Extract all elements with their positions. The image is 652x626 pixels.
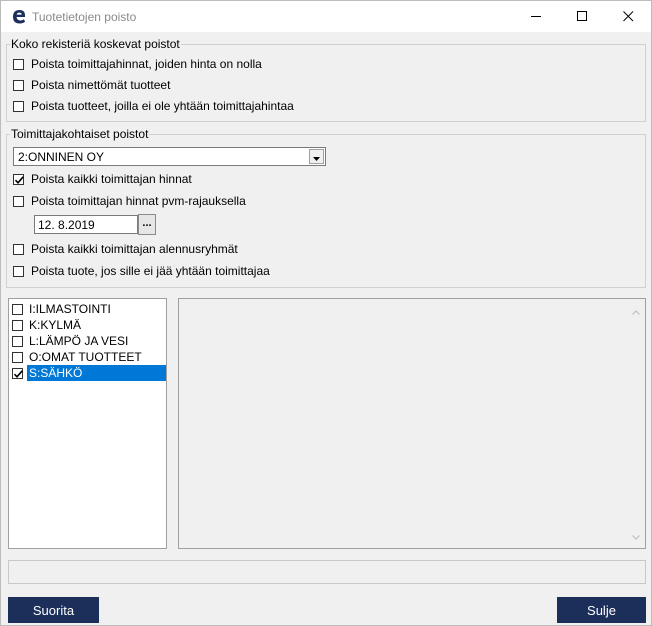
- scroll-down-icon[interactable]: [632, 529, 640, 543]
- dropdown-button[interactable]: [309, 149, 324, 164]
- option-label: Poista nimettömät tuotteet: [31, 78, 171, 92]
- vertical-scrollbar[interactable]: [628, 299, 645, 548]
- list-item-label: L:LÄMPÖ JA VESI: [29, 334, 129, 348]
- checkmark-icon: [13, 369, 23, 378]
- minimize-icon: [530, 11, 542, 22]
- maximize-icon: [576, 11, 588, 22]
- chevron-down-icon: [313, 150, 320, 164]
- checkbox[interactable]: [13, 265, 24, 277]
- close-button[interactable]: Sulje: [557, 597, 646, 623]
- option-delete-product-without-supplier[interactable]: Poista tuote, jos sille ei jää yhtään to…: [13, 263, 270, 279]
- list-item-label: S:SÄHKÖ: [29, 366, 83, 380]
- date-picker-button[interactable]: ...: [138, 214, 156, 235]
- checkbox[interactable]: [12, 303, 23, 315]
- window-title: Tuotetietojen poisto: [32, 10, 137, 24]
- close-window-button[interactable]: [605, 1, 651, 32]
- run-button[interactable]: Suorita: [8, 597, 99, 623]
- checkbox[interactable]: [13, 58, 24, 70]
- date-value: 12. 8.2019: [38, 218, 95, 232]
- general-deletions-legend: Koko rekisteriä koskevat poistot: [10, 37, 181, 51]
- checkbox[interactable]: [13, 195, 24, 207]
- close-icon: [622, 11, 634, 22]
- checkbox-checked[interactable]: [13, 173, 24, 185]
- e-logo-icon: [10, 7, 28, 25]
- list-item[interactable]: L:LÄMPÖ JA VESI: [12, 333, 166, 349]
- option-label: Poista kaikki toimittajan alennusryhmät: [31, 242, 238, 256]
- option-label: Poista tuotteet, joilla ei ole yhtään to…: [31, 99, 294, 113]
- list-item-highlight: S:SÄHKÖ: [27, 365, 166, 381]
- list-item[interactable]: O:OMAT TUOTTEET: [12, 349, 166, 365]
- product-group-list[interactable]: I:ILMASTOINTI K:KYLMÄ L:LÄMPÖ JA VESI O:…: [8, 298, 167, 549]
- option-label: Poista kaikki toimittajan hinnat: [31, 172, 192, 186]
- list-item[interactable]: K:KYLMÄ: [12, 317, 166, 333]
- checkmark-icon: [14, 175, 24, 184]
- checkbox[interactable]: [13, 100, 24, 112]
- checkbox[interactable]: [12, 335, 23, 347]
- supplier-select[interactable]: 2:ONNINEN OY: [13, 147, 326, 166]
- list-item-selected[interactable]: S:SÄHKÖ: [12, 365, 166, 381]
- supplier-select-value: 2:ONNINEN OY: [18, 150, 105, 164]
- option-delete-unnamed-products[interactable]: Poista nimettömät tuotteet: [13, 77, 170, 93]
- option-delete-prices-by-date[interactable]: Poista toimittajan hinnat pvm-rajauksell…: [13, 193, 246, 209]
- list-item[interactable]: I:ILMASTOINTI: [12, 301, 166, 317]
- supplier-deletions-legend: Toimittajakohtaiset poistot: [10, 127, 150, 141]
- checkbox[interactable]: [13, 243, 24, 255]
- option-delete-zero-prices[interactable]: Poista toimittajahinnat, joiden hinta on…: [13, 56, 262, 72]
- option-label: Poista toimittajahinnat, joiden hinta on…: [31, 57, 262, 71]
- list-item-label: I:ILMASTOINTI: [29, 302, 111, 316]
- option-delete-products-without-prices[interactable]: Poista tuotteet, joilla ei ole yhtään to…: [13, 98, 294, 114]
- checkbox[interactable]: [12, 319, 23, 331]
- option-label: Poista toimittajan hinnat pvm-rajauksell…: [31, 194, 246, 208]
- status-bar: [8, 560, 646, 584]
- option-delete-all-supplier-prices[interactable]: Poista kaikki toimittajan hinnat: [13, 171, 192, 187]
- checkbox-checked[interactable]: [12, 367, 23, 379]
- checkbox[interactable]: [13, 79, 24, 91]
- list-item-label: K:KYLMÄ: [29, 318, 82, 332]
- title-bar[interactable]: Tuotetietojen poisto: [1, 1, 651, 32]
- dialog-window: Tuotetietojen poisto Koko rekisteriä kos…: [0, 0, 652, 626]
- detail-panel[interactable]: [178, 298, 646, 549]
- option-label: Poista tuote, jos sille ei jää yhtään to…: [31, 264, 270, 278]
- list-item-label: O:OMAT TUOTTEET: [29, 350, 142, 364]
- minimize-button[interactable]: [513, 1, 559, 32]
- option-delete-discount-groups[interactable]: Poista kaikki toimittajan alennusryhmät: [13, 241, 238, 257]
- checkbox[interactable]: [12, 351, 23, 363]
- date-input[interactable]: 12. 8.2019: [34, 215, 138, 234]
- maximize-button[interactable]: [559, 1, 605, 32]
- scroll-up-icon[interactable]: [632, 304, 640, 318]
